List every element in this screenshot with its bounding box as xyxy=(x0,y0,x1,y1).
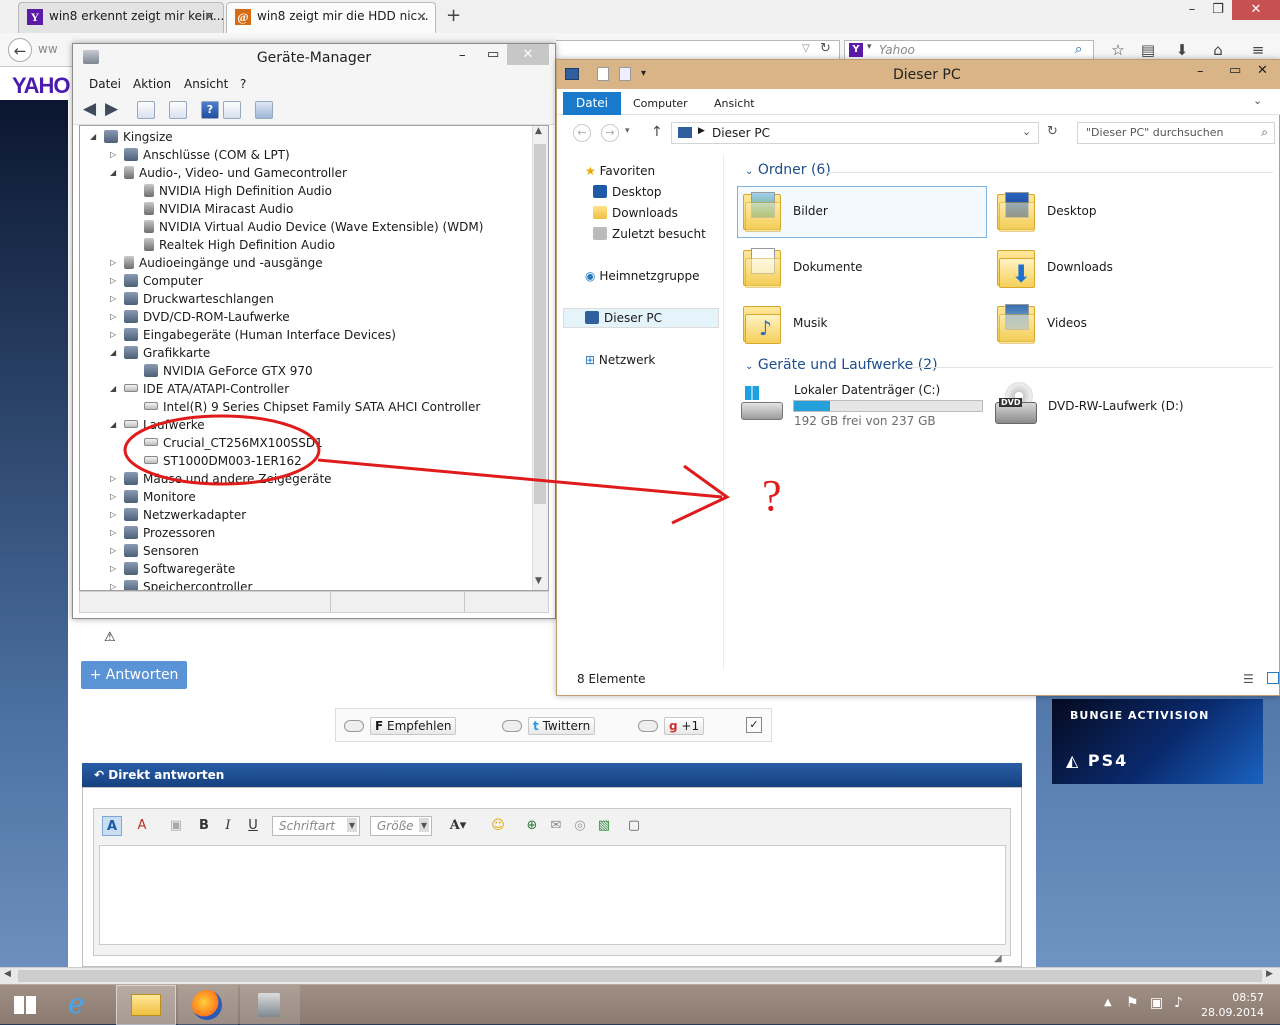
clock-date: 28.09.2014 xyxy=(1201,1006,1264,1019)
scroll-right-icon[interactable]: ▶ xyxy=(1266,969,1273,979)
annotation-arrow-line xyxy=(317,458,723,499)
taskbar-explorer[interactable] xyxy=(116,985,176,1025)
network-icon[interactable]: ▣ xyxy=(1150,995,1163,1011)
show-hidden-icons[interactable]: ▲ xyxy=(1104,997,1112,1008)
taskbar: e ▲ ⚑ ▣ ♪ xyxy=(0,984,1280,1025)
firefox-icon xyxy=(192,990,222,1020)
start-button[interactable] xyxy=(0,985,50,1025)
file-explorer-icon xyxy=(131,994,161,1016)
clock[interactable]: 08:57 28.09.2014 xyxy=(1198,990,1264,1020)
taskbar-ie[interactable]: e xyxy=(54,985,114,1025)
taskbar-device-manager[interactable] xyxy=(240,985,300,1025)
scrollbar-thumb[interactable] xyxy=(18,970,1262,982)
volume-icon[interactable]: ♪ xyxy=(1174,995,1183,1011)
internet-explorer-icon: e xyxy=(68,987,85,1020)
horizontal-scrollbar[interactable]: ◀ ▶ xyxy=(0,967,1280,984)
scroll-left-icon[interactable]: ◀ xyxy=(4,969,11,979)
device-manager-icon xyxy=(258,993,280,1017)
red-annotation xyxy=(123,414,730,525)
taskbar-firefox[interactable] xyxy=(178,985,238,1025)
clock-time: 08:57 xyxy=(1232,991,1264,1004)
action-center-flag-icon[interactable]: ⚑ xyxy=(1126,995,1139,1011)
windows-logo-icon xyxy=(14,996,36,1014)
annotation-question-mark: ? xyxy=(762,471,782,520)
annotation-circle xyxy=(123,414,321,486)
